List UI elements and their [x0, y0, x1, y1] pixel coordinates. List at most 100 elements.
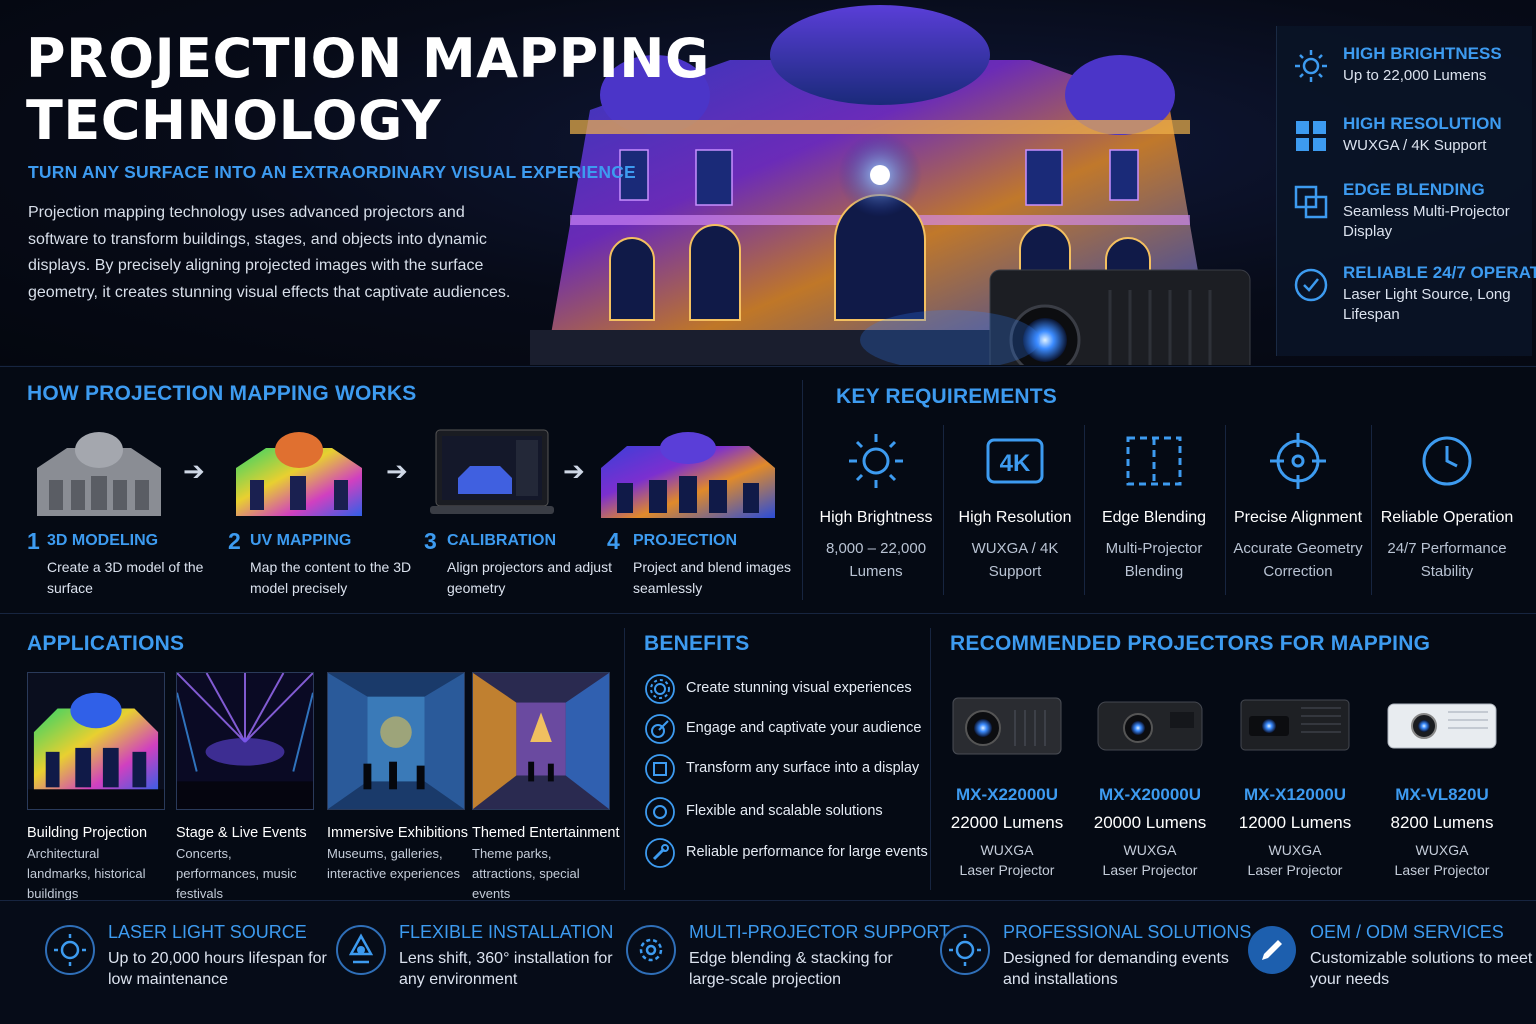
sun-icon	[849, 434, 903, 488]
divider	[624, 628, 625, 890]
requirement-sub: WUXGA / 4K Support	[971, 540, 1059, 580]
divider	[930, 628, 931, 890]
projector-card: MX-X22000U 22000 Lumens WUXGA Laser Proj…	[937, 690, 1077, 880]
projector-card: MX-X12000U 12000 Lumens WUXGA Laser Proj…	[1225, 690, 1365, 880]
requirement-sub: 24/7 Performance Stability	[1387, 540, 1507, 580]
feature-title: EDGE BLENDING	[1343, 180, 1485, 199]
application-card: Themed Entertainment Theme parks, attrac…	[472, 672, 620, 904]
clock-icon	[1422, 436, 1472, 486]
bottom-feature-sub: Lens shift, 360° installation for any en…	[399, 950, 613, 988]
benefit-text: Engage and captivate your audience	[686, 720, 922, 736]
requirement-title: Reliable Operation	[1380, 509, 1514, 526]
step-desc: Align projectors and adjust geometry	[447, 559, 612, 596]
projector-model: MX-X22000U	[955, 785, 1059, 804]
requirement-sub: Accurate Geometry Correction	[1233, 540, 1363, 580]
4k-icon-text: 4K	[1000, 450, 1031, 477]
dashed-grid-icon	[1126, 436, 1182, 486]
projector-type: WUXGA Laser Projector	[1372, 840, 1512, 880]
projector-image	[952, 697, 1062, 755]
feature-sub: Up to 22,000 Lumens	[1343, 67, 1487, 84]
3d-model-image	[37, 432, 161, 516]
application-card: Immersive Exhibitions Museums, galleries…	[327, 672, 469, 884]
bottom-feature-title: OEM / ODM SERVICES	[1310, 922, 1504, 942]
requirement-title: Precise Alignment	[1233, 509, 1363, 526]
transform-icon	[645, 754, 675, 784]
benefits-title: BENEFITS	[644, 632, 750, 655]
application-title: Immersive Exhibitions	[327, 825, 469, 841]
uv-mapping-image	[236, 432, 362, 516]
application-card: Building Projection Architectural landma…	[27, 672, 165, 904]
benefit-item: Reliable performance for large events	[644, 837, 928, 869]
page-title: PROJECTION MAPPING TECHNOLOGY	[26, 28, 710, 152]
requirement-sub: Multi-Projector Blending	[1105, 540, 1203, 580]
application-sub: Theme parks, attractions, special events	[472, 846, 580, 901]
feature-title: HIGH RESOLUTION	[1343, 114, 1502, 133]
requirement-item: Reliable Operation 24/7 Performance Stab…	[1377, 430, 1517, 583]
feature-title: HIGH BRIGHTNESS	[1343, 44, 1502, 63]
step-desc: Project and blend images seamlessly	[633, 559, 791, 596]
step-desc: Create a 3D model of the surface	[47, 559, 204, 596]
projector-model: MX-X12000U	[1243, 785, 1347, 804]
benefit-text: Transform any surface into a display	[686, 760, 920, 776]
bottom-feature-sub: Up to 20,000 hours lifespan for low main…	[108, 950, 327, 988]
clock-check-icon	[1294, 268, 1328, 302]
feature-panel: HIGH BRIGHTNESS Up to 22,000 Lumens HIGH…	[1276, 26, 1536, 356]
title-line-1: PROJECTION MAPPING	[26, 27, 710, 90]
themed-entertainment-image	[472, 672, 610, 810]
projector-image	[1240, 699, 1350, 751]
building-projection-image	[27, 672, 165, 810]
step-number: 2	[228, 528, 241, 554]
sun-icon	[1295, 50, 1327, 82]
projector-lumens: 20000 Lumens	[1093, 813, 1207, 832]
projection-result-image	[601, 432, 775, 518]
requirement-title: High Brightness	[819, 509, 933, 526]
projector-model: MX-X20000U	[1098, 785, 1202, 804]
benefit-item: Flexible and scalable solutions	[644, 796, 924, 828]
sun-icon	[45, 925, 95, 975]
projector-resolution: WUXGA	[980, 842, 1034, 858]
projector-image	[1097, 701, 1203, 751]
step-number: 3	[424, 528, 437, 554]
bottom-feature-sub: Designed for demanding events and instal…	[1003, 950, 1229, 988]
projector-lumens: 22000 Lumens	[950, 813, 1064, 832]
feature-sub: Laser Light Source, Long Lifespan	[1343, 286, 1511, 323]
arrow-right-icon: ➔	[386, 456, 408, 486]
target-icon	[645, 714, 675, 744]
title-line-2: TECHNOLOGY	[26, 89, 442, 152]
bottom-feature-title: FLEXIBLE INSTALLATION	[399, 922, 614, 942]
benefit-text: Flexible and scalable solutions	[686, 803, 883, 819]
benefit-item: Transform any surface into a display	[644, 753, 924, 785]
benefit-text: Create stunning visual experiences	[686, 680, 912, 696]
sun-icon	[940, 925, 990, 975]
step-title: PROJECTION	[633, 532, 738, 549]
laptop-calibration-image	[430, 429, 554, 514]
divider	[1225, 425, 1226, 595]
projector-kind: Laser Projector	[1247, 862, 1343, 878]
projector-lumens: 12000 Lumens	[1238, 813, 1352, 832]
stage-events-image	[176, 672, 314, 810]
grid-icon	[1296, 121, 1326, 151]
how-it-works-title: HOW PROJECTION MAPPING WORKS	[27, 382, 417, 405]
feature-sub: Seamless Multi-Projector Display	[1343, 203, 1510, 240]
bottom-feature-sub: Customizable solutions to meet your need…	[1310, 950, 1533, 988]
bottom-feature-title: PROFESSIONAL SOLUTIONS	[1003, 922, 1252, 942]
benefit-text: Reliable performance for large events	[686, 844, 928, 860]
applications-title: APPLICATIONS	[27, 632, 185, 655]
application-title: Themed Entertainment	[472, 825, 620, 841]
feature-title: RELIABLE 24/7 OPERATION	[1343, 263, 1536, 282]
page-subtitle: TURN ANY SURFACE INTO AN EXTRAORDINARY V…	[28, 162, 636, 182]
projector-card: MX-VL820U 8200 Lumens WUXGA Laser Projec…	[1372, 690, 1512, 880]
scale-icon	[645, 797, 675, 827]
immersive-exhibition-image	[327, 672, 465, 810]
overlap-icon	[1294, 185, 1328, 219]
projector-resolution: WUXGA	[1415, 842, 1469, 858]
application-sub: Architectural landmarks, historical buil…	[27, 846, 146, 901]
step-title: CALIBRATION	[447, 532, 557, 549]
requirement-item: Precise Alignment Accurate Geometry Corr…	[1228, 430, 1368, 583]
projector-type: WUXGA Laser Projector	[1225, 840, 1365, 880]
divider	[1371, 425, 1372, 595]
step-number: 1	[27, 528, 40, 554]
requirement-item: Edge Blending Multi-Projector Blending	[1084, 430, 1224, 583]
divider	[0, 366, 1536, 367]
step-desc: Map the content to the 3D model precisel…	[250, 559, 412, 596]
